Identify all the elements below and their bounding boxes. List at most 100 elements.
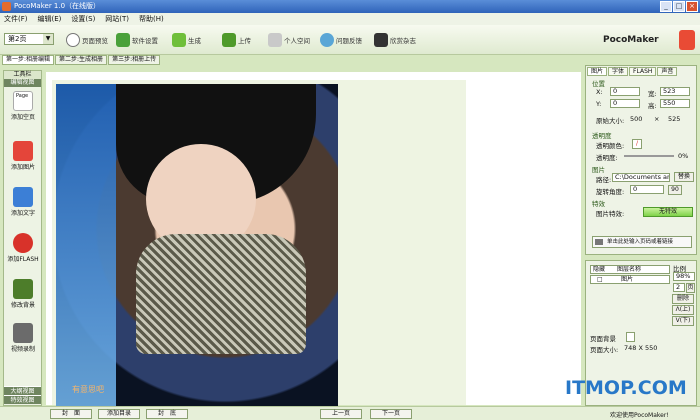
next-page-button[interactable]: 下一页 xyxy=(370,409,412,419)
back-cover-button[interactable]: 封 底 xyxy=(146,409,188,419)
position-title: 位置 xyxy=(592,80,605,88)
page-icon: Page xyxy=(13,91,33,111)
height-input[interactable]: 550 xyxy=(660,99,690,108)
view-magazine-button[interactable]: 欣赏杂志 xyxy=(374,28,416,52)
delete-button[interactable]: 删除 xyxy=(672,294,694,304)
feedback-label: 问题反馈 xyxy=(336,37,362,45)
background-icon xyxy=(13,279,33,299)
upload-button[interactable]: 上传 xyxy=(222,28,251,52)
preview-label: 页面预览 xyxy=(82,37,108,45)
settings-button[interactable]: 软件设置 xyxy=(116,28,158,52)
maximize-button[interactable]: □ xyxy=(673,1,685,12)
replace-button[interactable]: 替换 xyxy=(674,172,694,182)
close-button[interactable]: × xyxy=(686,1,698,12)
move-up-button[interactable]: Λ(上) xyxy=(672,305,694,315)
add-blank-page-button[interactable]: Page 添加空页 xyxy=(6,91,40,121)
path-input[interactable]: C:\Documents and S xyxy=(612,173,670,182)
edit-view-tab[interactable]: 编辑视图 xyxy=(4,79,41,87)
x-label: X: xyxy=(596,88,603,96)
photo-child[interactable]: 有意思吧 xyxy=(56,84,338,406)
layer-header: 隐藏 图层名称 xyxy=(590,265,670,274)
properties-tabs: 图片 字体 FLASH 声音 xyxy=(586,66,696,77)
layer-visibility-checkbox[interactable]: □ xyxy=(591,276,613,283)
layer-order-buttons: 删除 Λ(上) V(下) xyxy=(672,293,694,327)
transparency-slider[interactable] xyxy=(624,155,674,157)
view-magazine-label: 欣赏杂志 xyxy=(390,37,416,45)
menu-edit[interactable]: 编辑(E) xyxy=(38,13,62,25)
cover-button[interactable]: 封 面 xyxy=(50,409,92,419)
tab-font[interactable]: 字体 xyxy=(608,67,629,76)
move-down-button[interactable]: V(下) xyxy=(672,316,694,326)
menu-bar: 文件(F) 编辑(E) 设置(S) 网站(T) 帮助(H) xyxy=(0,13,700,25)
transparency-title: 透明度 xyxy=(592,132,612,140)
check-icon xyxy=(116,33,130,47)
settings-label: 软件设置 xyxy=(132,37,158,45)
y-label: Y: xyxy=(596,100,602,108)
tab-edit-album[interactable]: 第一步:相册编辑 xyxy=(2,55,55,65)
toolbar: 第2页 ▼ 页面预览 软件设置 生成 上传 个人空间 问题反馈 欣赏杂志 xyxy=(0,25,700,55)
generate-button[interactable]: 生成 xyxy=(172,28,201,52)
tab-image[interactable]: 图片 xyxy=(587,67,608,76)
outline-view-tab[interactable]: 大纲视图 xyxy=(4,386,41,395)
add-toc-button[interactable]: 添加目录 xyxy=(98,409,140,419)
original-size-label: 原始大小: xyxy=(596,117,625,125)
feedback-button[interactable]: 问题反馈 xyxy=(320,28,362,52)
add-image-button[interactable]: 添加图片 xyxy=(6,141,40,171)
personal-space-button[interactable]: 个人空间 xyxy=(268,28,310,52)
add-flash-button[interactable]: 添加FLASH xyxy=(6,233,40,263)
minimize-button[interactable]: _ xyxy=(660,1,672,12)
effect-select[interactable]: 无特效 xyxy=(643,207,693,217)
tab-flash[interactable]: FLASH xyxy=(629,67,657,76)
menu-website[interactable]: 网站(T) xyxy=(105,13,129,25)
effect-view-tab[interactable]: 特效视图 xyxy=(4,395,41,404)
link-input[interactable]: 单击此处输入页码或着链接 xyxy=(592,236,692,248)
tool-panel-title: 工具栏 xyxy=(4,71,41,79)
x-input[interactable]: 0 xyxy=(610,87,640,96)
y-input[interactable]: 0 xyxy=(610,99,640,108)
effect-label: 图片特效: xyxy=(596,210,625,218)
original-height: 525 xyxy=(668,115,681,123)
tab-upload-album[interactable]: 第三步:相册上传 xyxy=(108,55,161,65)
tool-panel: 工具栏 编辑视图 Page 添加空页 添加图片 添加文字 添加FLASH 修改背… xyxy=(3,70,42,406)
page-go-button[interactable]: 页 xyxy=(686,283,695,293)
page-select-value: 第2页 xyxy=(8,35,27,43)
menu-settings[interactable]: 设置(S) xyxy=(71,13,95,25)
chevron-down-icon[interactable]: ▼ xyxy=(43,34,53,44)
rotate-label: 旋转角度: xyxy=(596,188,625,196)
preview-button[interactable]: 页面预览 xyxy=(66,28,108,52)
menu-file[interactable]: 文件(F) xyxy=(4,13,28,25)
canvas-area[interactable]: 有意思吧 xyxy=(46,72,581,406)
background-color-swatch[interactable] xyxy=(626,332,635,342)
add-text-button[interactable]: 添加文字 xyxy=(6,187,40,217)
layer-row[interactable]: □ 图片 xyxy=(590,275,670,284)
app-window: PocoMaker 1.0（在线版） _ □ × 文件(F) 编辑(E) 设置(… xyxy=(0,0,700,420)
page-select[interactable]: 第2页 ▼ xyxy=(4,33,54,45)
link-icon xyxy=(595,239,603,245)
video-record-button[interactable]: 视频录制 xyxy=(6,323,40,353)
add-blank-page-label: 添加空页 xyxy=(10,114,35,121)
add-image-icon xyxy=(13,141,33,161)
personal-space-label: 个人空间 xyxy=(284,37,310,45)
transparent-color-label: 透明颜色: xyxy=(596,142,625,150)
modify-background-button[interactable]: 修改背景 xyxy=(6,279,40,309)
tab-sound[interactable]: 声音 xyxy=(657,67,678,76)
rotate-input[interactable]: 0 xyxy=(630,185,664,194)
photo-watermark: 有意思吧 xyxy=(72,385,104,394)
status-text: 欢迎使用PocoMaker! xyxy=(610,412,669,419)
menu-help[interactable]: 帮助(H) xyxy=(139,13,164,25)
width-input[interactable]: 523 xyxy=(660,87,690,96)
page-number-input[interactable]: 2 xyxy=(673,283,685,292)
properties-panel: 图片 字体 FLASH 声音 位置 X: 0 宽: 523 Y: 0 高: 55… xyxy=(585,65,697,255)
user-icon xyxy=(268,33,282,47)
brand-logo: PocoMaker xyxy=(597,27,697,53)
prev-page-button[interactable]: 上一页 xyxy=(320,409,362,419)
ratio-input[interactable]: 98% xyxy=(673,272,695,281)
poco-logo-icon xyxy=(679,30,695,50)
original-times: × xyxy=(654,115,660,123)
upload-label: 上传 xyxy=(238,37,251,45)
transparent-color-picker[interactable]: / xyxy=(632,139,642,149)
video-record-label: 视频录制 xyxy=(10,346,35,353)
rotate-90-button[interactable]: 90 xyxy=(668,185,682,195)
tab-generate-album[interactable]: 第二步:生成相册 xyxy=(55,55,108,65)
transparency-level-label: 透明度: xyxy=(596,154,618,162)
